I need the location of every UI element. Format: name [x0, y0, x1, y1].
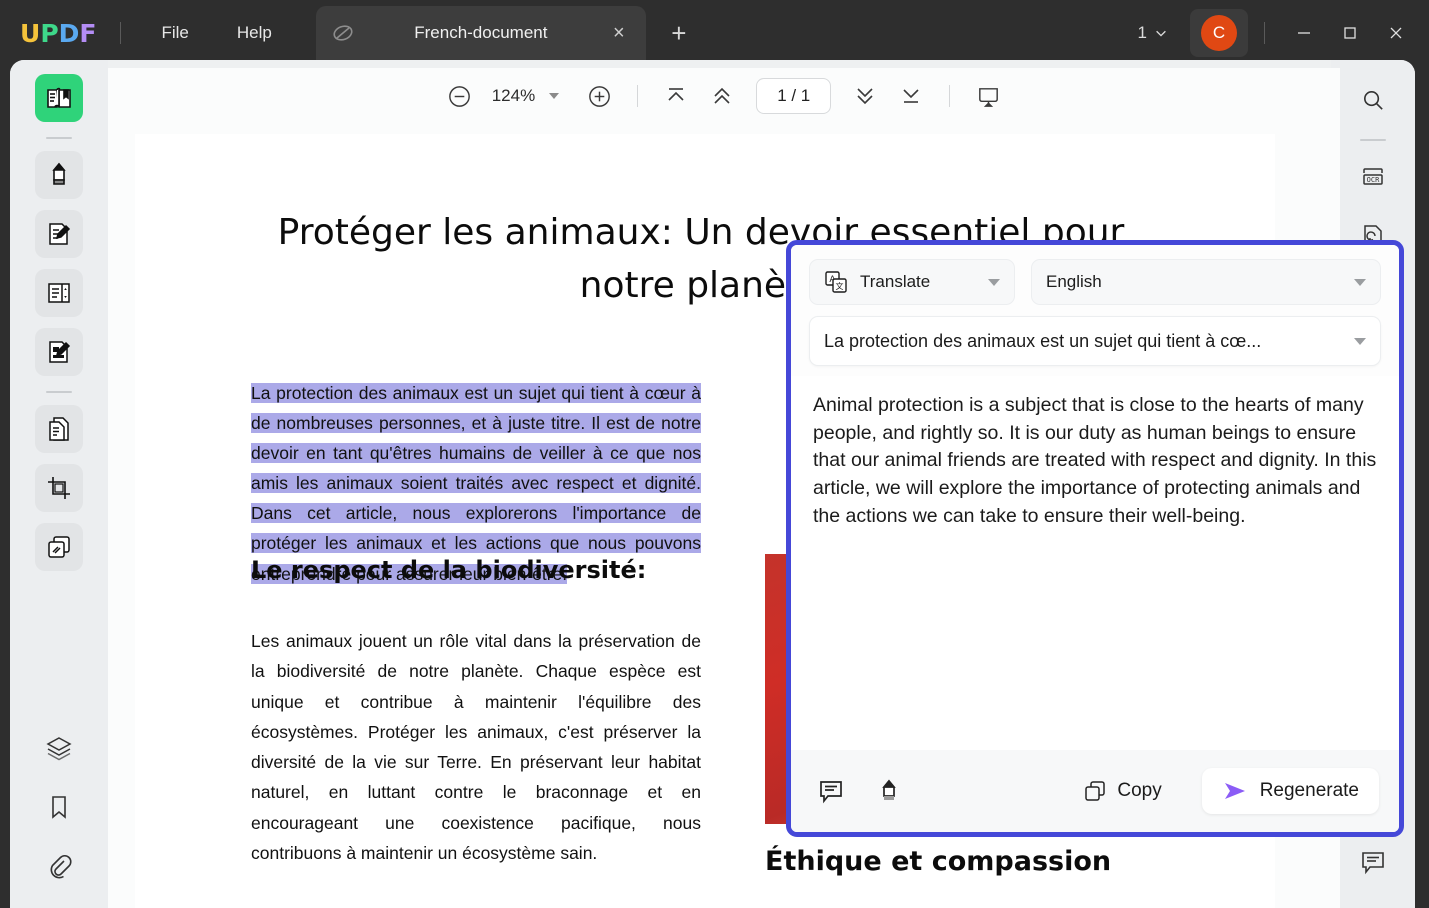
close-window-button[interactable] [1373, 10, 1419, 56]
maximize-button[interactable] [1327, 10, 1373, 56]
tab-title: French-document [356, 23, 606, 43]
new-tab-icon[interactable]: + [664, 18, 694, 49]
translate-icon: A 文 [824, 270, 848, 294]
next-page-icon[interactable] [845, 76, 885, 116]
chevron-down-icon[interactable] [988, 279, 1000, 286]
chevron-down-icon[interactable] [1354, 279, 1366, 286]
svg-text:OCR: OCR [1367, 176, 1380, 184]
window-count-dropdown[interactable]: 1 [1128, 17, 1178, 49]
minimize-button[interactable] [1281, 10, 1327, 56]
zoom-in-icon[interactable] [579, 76, 619, 116]
sidebar-item-convert[interactable] [35, 405, 83, 453]
copy-icon [1083, 779, 1107, 803]
logo-letter-u: U [20, 21, 40, 46]
chevron-down-icon[interactable] [1354, 338, 1366, 345]
regenerate-button[interactable]: Regenerate [1202, 768, 1379, 814]
updf-application-window: U P D F File Help French-document × + 1 [0, 0, 1429, 908]
first-page-icon[interactable] [656, 76, 696, 116]
source-text-value: La protection des animaux est un sujet q… [824, 331, 1354, 352]
window-controls-group: 1 C [1128, 9, 1429, 57]
comment-icon[interactable] [1349, 838, 1397, 886]
translation-result-text[interactable]: Animal protection is a subject that is c… [791, 376, 1399, 750]
divider [1360, 139, 1386, 141]
document-toolbar: 124% 1 / 1 [108, 68, 1340, 124]
section-heading-biodiversity: Le respect de la biodiversité: [251, 556, 771, 584]
sidebar-item-edit-pdf[interactable] [35, 210, 83, 258]
regenerate-icon [1222, 780, 1248, 802]
section-body-biodiversity: Les animaux jouent un rôle vital dans la… [251, 626, 701, 868]
left-toolbar [10, 60, 108, 908]
sidebar-item-bookmark[interactable] [35, 783, 83, 831]
sidebar-item-highlighter[interactable] [35, 151, 83, 199]
account-button[interactable]: C [1190, 9, 1248, 57]
translate-panel-footer: Copy Regenerate [791, 750, 1399, 832]
divider [1264, 22, 1265, 44]
section-heading-ethics: Éthique et compassion [765, 846, 1225, 877]
ai-translate-panel: A 文 Translate English La protection des … [786, 240, 1404, 837]
selection-highlight: La protection des animaux est un sujet q… [251, 383, 701, 584]
document-icon [330, 20, 356, 46]
logo-letter-d: D [59, 21, 80, 46]
copy-button[interactable]: Copy [1071, 771, 1173, 811]
sidebar-item-reader[interactable] [35, 74, 83, 122]
divider [46, 391, 72, 393]
search-icon[interactable] [1349, 76, 1397, 124]
copy-label: Copy [1117, 780, 1161, 802]
sidebar-item-form-edit[interactable] [35, 328, 83, 376]
presentation-mode-icon[interactable] [968, 76, 1008, 116]
comment-icon[interactable] [811, 771, 851, 811]
chevron-down-icon [1154, 26, 1168, 40]
divider [949, 85, 950, 107]
updf-logo[interactable]: U P D F [20, 21, 96, 46]
logo-letter-p: P [40, 21, 58, 46]
menu-help[interactable]: Help [221, 17, 288, 49]
menu-file[interactable]: File [145, 17, 204, 49]
divider [46, 137, 72, 139]
avatar: C [1201, 15, 1237, 51]
divider [637, 85, 638, 107]
logo-letter-f: F [79, 21, 96, 46]
highlighter-icon[interactable] [869, 771, 909, 811]
translate-panel-header: A 文 Translate English La protection des … [791, 245, 1399, 376]
translate-mode-dropdown[interactable]: A 文 Translate [809, 259, 1015, 305]
previous-page-icon[interactable] [702, 76, 742, 116]
translate-controls-row: A 文 Translate English [809, 259, 1381, 305]
svg-text:文: 文 [836, 281, 844, 291]
sidebar-item-organize[interactable] [35, 269, 83, 317]
target-language-label: English [1046, 272, 1102, 292]
regenerate-label: Regenerate [1260, 780, 1359, 802]
page-indicator[interactable]: 1 / 1 [756, 78, 831, 114]
last-page-icon[interactable] [891, 76, 931, 116]
sidebar-item-batch[interactable] [35, 523, 83, 571]
document-tab[interactable]: French-document × [316, 6, 646, 60]
sidebar-item-layers[interactable] [35, 724, 83, 772]
close-tab-icon[interactable]: × [606, 22, 632, 45]
zoom-level-value[interactable]: 124% [486, 86, 541, 106]
sidebar-item-crop[interactable] [35, 464, 83, 512]
title-bar: U P D F File Help French-document × + 1 [0, 0, 1429, 66]
window-count-label: 1 [1138, 23, 1147, 43]
target-language-dropdown[interactable]: English [1031, 259, 1381, 305]
sidebar-item-attachment[interactable] [35, 842, 83, 890]
zoom-dropdown-icon[interactable] [549, 93, 559, 99]
ocr-icon[interactable]: OCR [1349, 153, 1397, 201]
source-text-field[interactable]: La protection des animaux est un sujet q… [809, 316, 1381, 366]
zoom-out-icon[interactable] [440, 76, 480, 116]
translate-mode-label: Translate [860, 272, 930, 292]
divider [120, 22, 121, 44]
